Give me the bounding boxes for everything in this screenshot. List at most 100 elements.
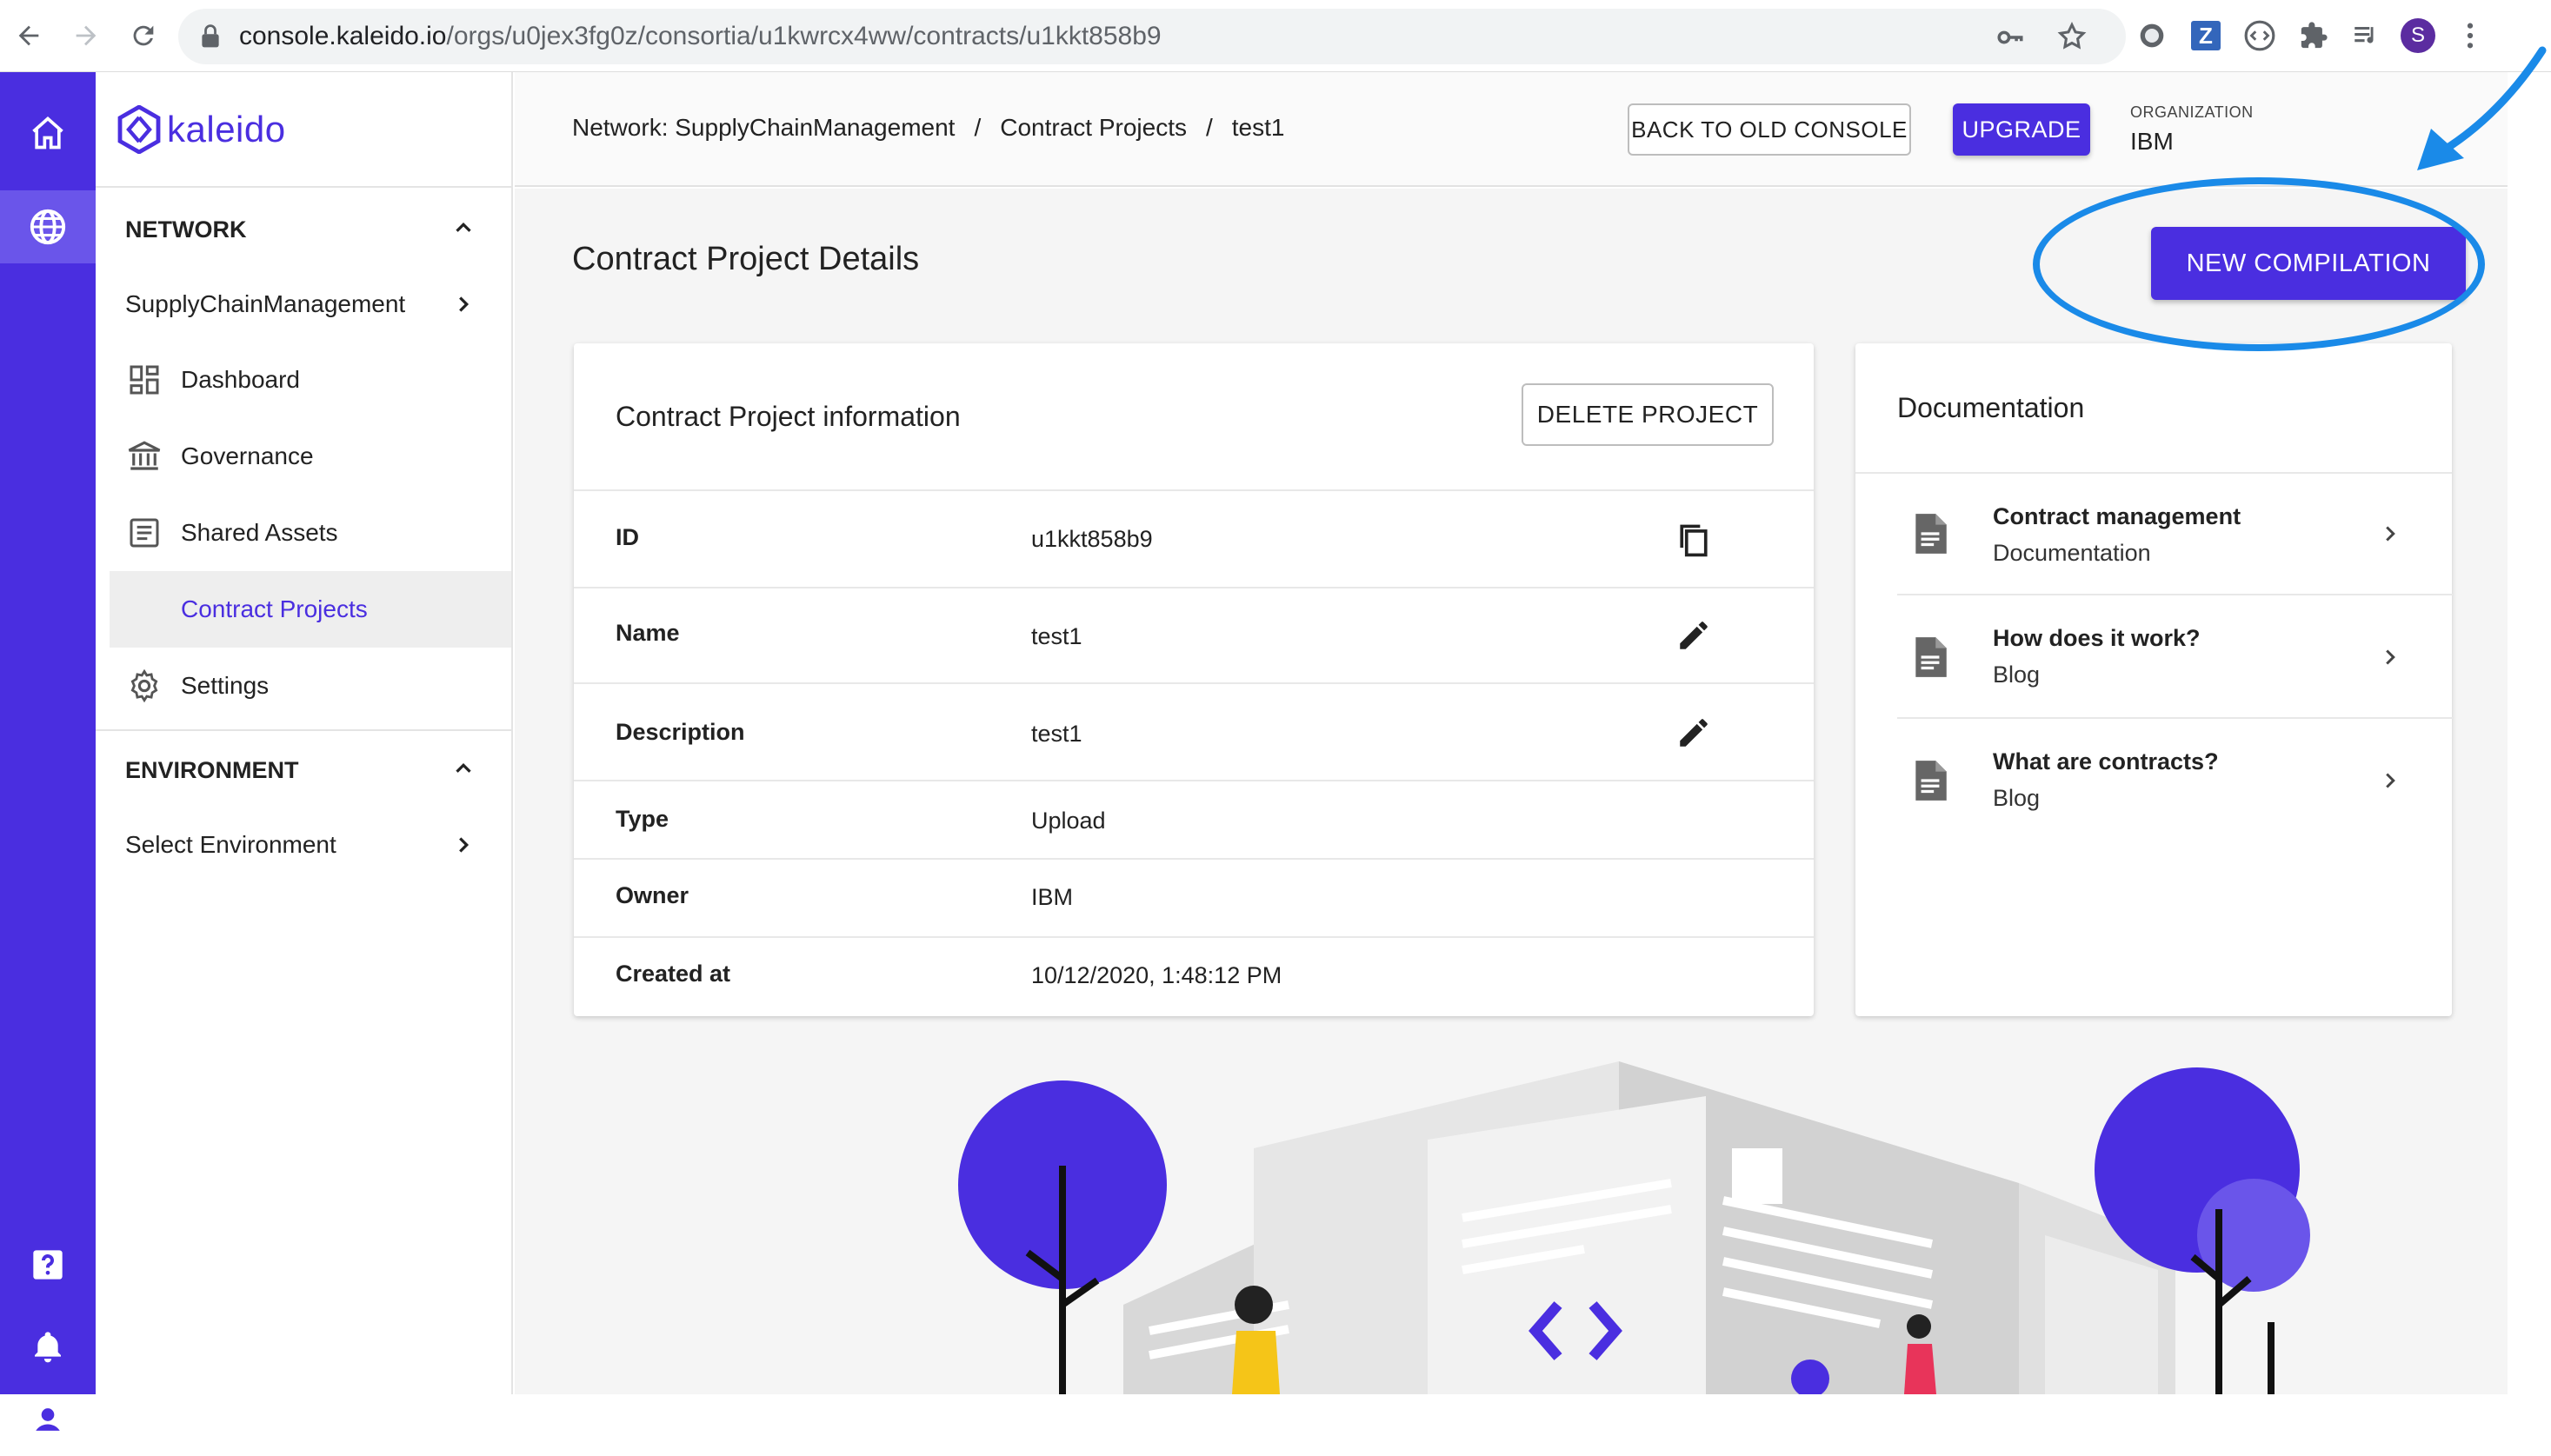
chevron-right-icon (459, 837, 470, 853)
project-info-card: Contract Project information DELETE PROJ… (574, 343, 1814, 1016)
card-title: Contract Project information (616, 401, 961, 432)
lock-icon (201, 24, 220, 56)
breadcrumb-network[interactable]: Network: SupplyChainManagement (572, 114, 955, 142)
environment-header-label: ENVIRONMENT (125, 756, 299, 783)
browser-toolbar: console.kaleido.io/orgs/u0jex3fg0z/conso… (0, 0, 2551, 72)
info-row-name: Name test1 (574, 587, 1814, 682)
reload-icon[interactable] (122, 14, 165, 57)
address-bar[interactable]: console.kaleido.io/orgs/u0jex3fg0z/conso… (178, 9, 2126, 64)
row-label: Description (616, 719, 745, 745)
sidebar-item-label: Governance (181, 442, 314, 469)
doc-item-title: Contract management (1993, 503, 2241, 529)
sidebar-item-dashboard[interactable]: Dashboard (96, 342, 511, 418)
puzzle-icon[interactable] (2294, 16, 2334, 56)
sidebar-item-settings[interactable]: Settings (96, 648, 511, 724)
sidebar: kaleido NETWORK SupplyChainManagement Da… (96, 72, 513, 1394)
info-row-created-at: Created at 10/12/2020, 1:48:12 PM (574, 936, 1814, 1016)
zotero-extension-icon[interactable]: Z (2186, 16, 2226, 56)
row-value: u1kkt858b9 (1031, 526, 1153, 552)
network-selector[interactable]: SupplyChainManagement (96, 267, 511, 342)
chevron-up-icon (456, 222, 471, 232)
delete-project-button[interactable]: DELETE PROJECT (1522, 383, 1774, 446)
row-label: Type (616, 806, 669, 832)
card-title: Documentation (1897, 392, 2085, 423)
globe-icon[interactable] (0, 190, 96, 263)
document-list-icon (125, 514, 163, 552)
documentation-card: Documentation Contract management Docume… (1855, 343, 2454, 1016)
annotation-highlight-ellipse (2033, 177, 2485, 351)
star-icon[interactable] (2056, 21, 2088, 59)
upgrade-button[interactable]: UPGRADE (1953, 103, 2090, 156)
breadcrumb: Network: SupplyChainManagement / Contrac… (572, 114, 1284, 142)
info-row-description: Description test1 (574, 682, 1814, 780)
brand-name: kaleido (167, 109, 286, 150)
help-icon[interactable] (0, 1228, 96, 1301)
divider (96, 729, 511, 731)
doc-item-how-does-it-work[interactable]: How does it work? Blog (1897, 597, 2454, 719)
sidebar-item-label: Settings (181, 672, 270, 699)
breadcrumb-separator: / (974, 114, 982, 141)
edit-icon[interactable] (1671, 710, 1716, 755)
environment-section-header[interactable]: ENVIRONMENT (96, 733, 511, 808)
url-path: /orgs/u0jex3fg0z/consortia/u1kwrcx4ww/co… (446, 22, 1162, 50)
contracts-illustration (958, 1061, 2310, 1394)
bell-icon[interactable] (0, 1310, 96, 1383)
top-header: Network: SupplyChainManagement / Contrac… (515, 72, 2508, 187)
chevron-up-icon (456, 762, 471, 773)
chevron-right-icon (2386, 526, 2395, 542)
row-value: test1 (1031, 623, 1082, 649)
info-row-owner: Owner IBM (574, 858, 1814, 936)
dashboard-icon (125, 361, 163, 399)
row-label: Name (616, 620, 680, 646)
doc-item-subtitle: Blog (1993, 662, 2041, 688)
copy-icon[interactable] (1671, 517, 1716, 562)
home-icon[interactable] (0, 96, 96, 170)
network-name: SupplyChainManagement (125, 290, 406, 317)
sidebar-item-shared-assets[interactable]: Shared Assets (96, 495, 511, 571)
row-value: test1 (1031, 721, 1082, 747)
forward-arrow-icon[interactable] (64, 14, 108, 57)
breadcrumb-current: test1 (1231, 114, 1285, 141)
row-label: ID (616, 524, 639, 550)
edit-icon[interactable] (1671, 613, 1716, 658)
sidebar-item-label: Shared Assets (181, 519, 338, 546)
doc-item-title: What are contracts? (1993, 748, 2219, 775)
sidebar-item-governance[interactable]: Governance (96, 418, 511, 495)
doc-item-subtitle: Blog (1993, 785, 2041, 811)
environment-select-label: Select Environment (125, 831, 336, 858)
doc-item-title: How does it work? (1993, 625, 2201, 651)
doc-item-subtitle: Documentation (1993, 540, 2151, 566)
info-row-id: ID u1kkt858b9 (574, 489, 1814, 587)
chevron-right-icon (2386, 649, 2395, 665)
document-icon (1915, 514, 1947, 554)
row-label: Owner (616, 882, 689, 908)
code-extension-icon[interactable] (2240, 16, 2280, 56)
doc-item-contract-management[interactable]: Contract management Documentation (1897, 474, 2454, 595)
gear-icon (125, 667, 163, 705)
breadcrumb-contract-projects[interactable]: Contract Projects (1000, 114, 1187, 142)
sidebar-item-label: Contract Projects (181, 595, 368, 622)
app-rail (0, 72, 96, 1438)
back-to-old-console-button[interactable]: BACK TO OLD CONSOLE (1628, 103, 1911, 156)
organization-caption: ORGANIZATION (2130, 103, 2254, 121)
network-section-header[interactable]: NETWORK (96, 192, 511, 267)
environment-selector[interactable]: Select Environment (96, 808, 511, 882)
row-label: Created at (616, 961, 731, 987)
breadcrumb-separator: / (1205, 114, 1213, 141)
row-value: IBM (1031, 884, 1074, 910)
extension-z-label: Z (2191, 21, 2221, 50)
doc-item-what-are-contracts[interactable]: What are contracts? Blog (1897, 721, 2454, 842)
kaleido-logo[interactable]: kaleido (117, 105, 286, 154)
row-value: 10/12/2020, 1:48:12 PM (1031, 962, 1282, 988)
sidebar-item-contract-projects[interactable]: Contract Projects (96, 571, 511, 648)
info-row-type: Type Upload (574, 780, 1814, 858)
back-arrow-icon[interactable] (7, 14, 50, 57)
media-queue-icon[interactable] (2346, 16, 2386, 56)
url-host: console.kaleido.io (239, 22, 447, 50)
sidebar-item-label: Dashboard (181, 366, 300, 393)
chevron-right-icon (2386, 773, 2395, 788)
extension-circle-icon[interactable] (2132, 16, 2172, 56)
key-icon[interactable] (1995, 23, 2025, 59)
document-icon (1915, 637, 1947, 677)
organization-name: IBM (2130, 128, 2174, 155)
